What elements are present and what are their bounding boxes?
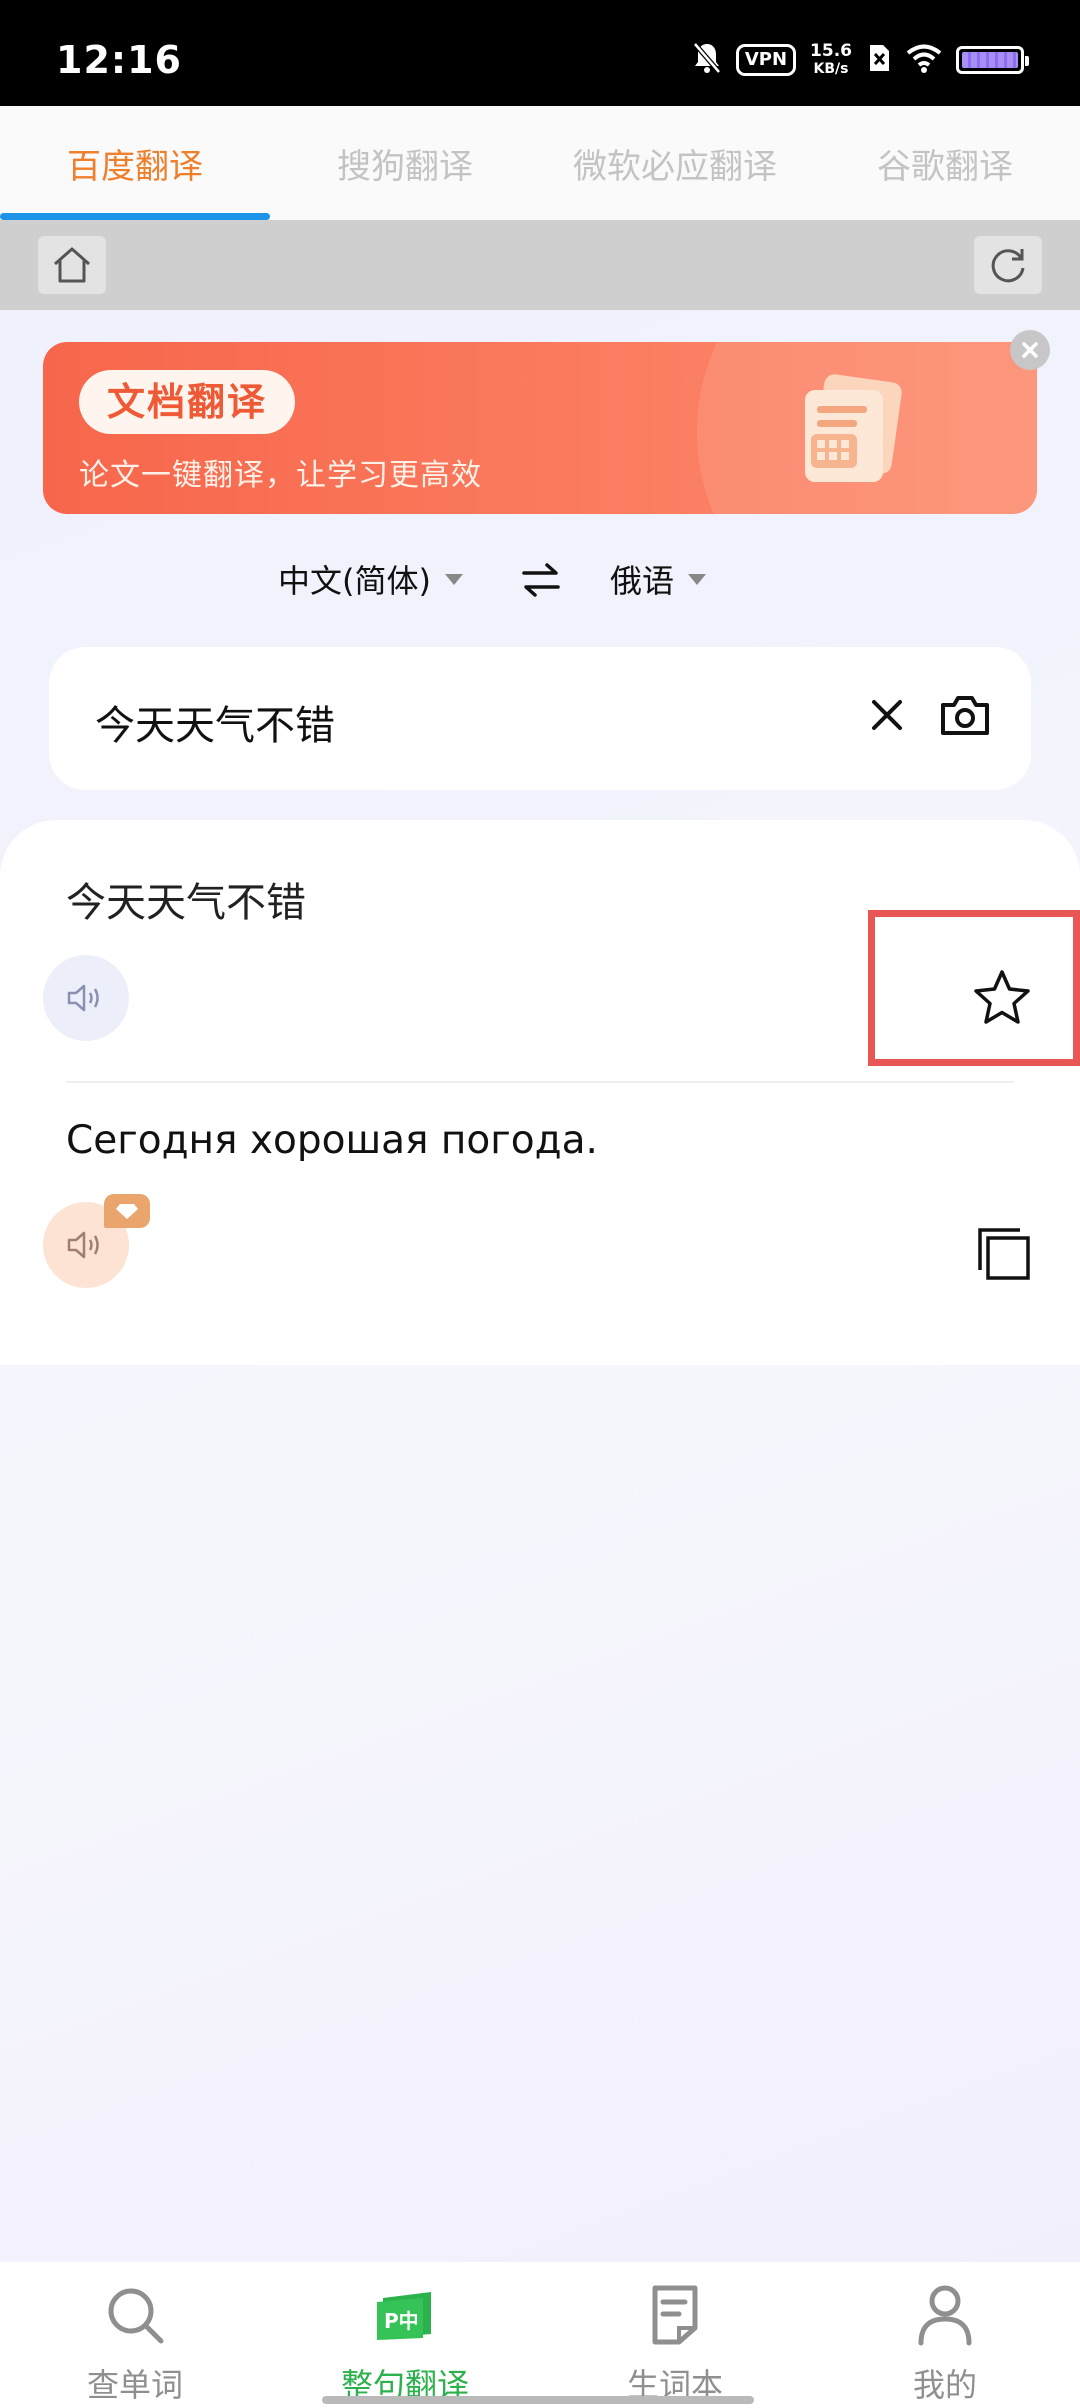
home-icon [54,247,90,283]
refresh-icon [991,249,1025,283]
target-language-dropdown[interactable]: 俄语 [610,556,707,602]
source-language-label: 中文(简体) [278,562,431,600]
vpn-badge: VPN [735,44,797,76]
speaker-icon [67,984,99,1012]
tab-label: 微软必应翻译 [573,146,777,187]
tab-sogou-translate[interactable]: 搜狗翻译 [270,106,540,220]
tab-label: 百度翻译 [67,146,203,187]
refresh-button[interactable] [974,236,1042,294]
mute-bell-icon [692,41,722,79]
swap-icon [522,563,560,597]
chevron-down-icon [688,573,707,585]
camera-translate-button[interactable] [939,691,991,743]
wifi-icon [906,43,942,77]
promo-tag: 文档翻译 [79,370,296,434]
translated-text: Сегодня хорошая погода. [66,1118,598,1163]
browser-toolbar [0,220,1080,310]
tab-baidu-translate[interactable]: 百度翻译 [0,106,270,220]
tab-bing-translate[interactable]: 微软必应翻译 [540,106,810,220]
nav-label: 我的 [912,2366,977,2404]
bottom-navigation: 查单词 P中 整句翻译 生词本 我的 [0,2262,1080,2408]
battery-icon [956,46,1029,74]
chevron-down-icon [444,573,463,585]
nav-vocabulary-book[interactable]: 生词本 [540,2262,810,2408]
home-button[interactable] [38,236,106,294]
engine-tabs: 百度翻译 搜狗翻译 微软必应翻译 谷歌翻译 [0,106,1080,220]
divider [66,1081,1014,1083]
close-icon [872,700,902,730]
language-selector: 中文(简体) 俄语 [0,548,1080,608]
nav-lookup-word[interactable]: 查单词 [0,2262,270,2408]
sim-off-icon [866,43,892,77]
translation-result-card: 今天天气不错 Сегодня хорошая погода. [0,820,1080,1365]
camera-icon [941,696,989,735]
copy-button[interactable] [976,1226,1032,1286]
status-time: 12:16 [56,38,182,82]
active-tab-indicator [0,213,270,220]
swap-languages-button[interactable] [520,560,562,604]
tab-label: 谷歌翻译 [877,146,1013,187]
home-indicator[interactable] [322,2396,754,2404]
clear-input-button[interactable] [865,693,909,741]
search-icon [103,2280,167,2350]
document-illustration-icon [791,372,921,496]
translation-input[interactable]: 今天天气不错 [95,693,335,751]
notebook-icon [649,2280,701,2350]
translation-input-card[interactable]: 今天天气不错 [49,647,1031,790]
close-banner-button[interactable] [1010,330,1050,370]
document-translate-banner[interactable]: 文档翻译 论文一键翻译，让学习更高效 [43,342,1037,514]
svg-text:P中: P中 [384,2309,419,2333]
nav-sentence-translate[interactable]: P中 整句翻译 [270,2262,540,2408]
sentence-translate-icon: P中 [375,2280,435,2350]
nav-my-profile[interactable]: 我的 [810,2262,1080,2408]
target-language-label: 俄语 [610,562,675,600]
promo-subtitle: 论文一键翻译，让学习更高效 [79,458,482,493]
play-source-audio-button[interactable] [43,955,129,1041]
status-icons: VPN 15.6 KB/s [692,40,1029,80]
status-bar: 12:16 VPN 15.6 KB/s [0,0,1080,106]
source-text: 今天天气不错 [66,880,306,926]
speaker-icon [67,1231,99,1259]
source-language-dropdown[interactable]: 中文(简体) [278,556,463,602]
copy-icon [978,1228,1030,1280]
person-icon [917,2280,973,2350]
tab-google-translate[interactable]: 谷歌翻译 [810,106,1080,220]
tab-label: 搜狗翻译 [337,146,473,187]
highlight-box [868,910,1080,1066]
vip-diamond-icon [104,1194,150,1228]
network-speed: 15.6 KB/s [810,41,852,77]
close-icon [1022,342,1038,358]
nav-label: 查单词 [86,2366,183,2404]
